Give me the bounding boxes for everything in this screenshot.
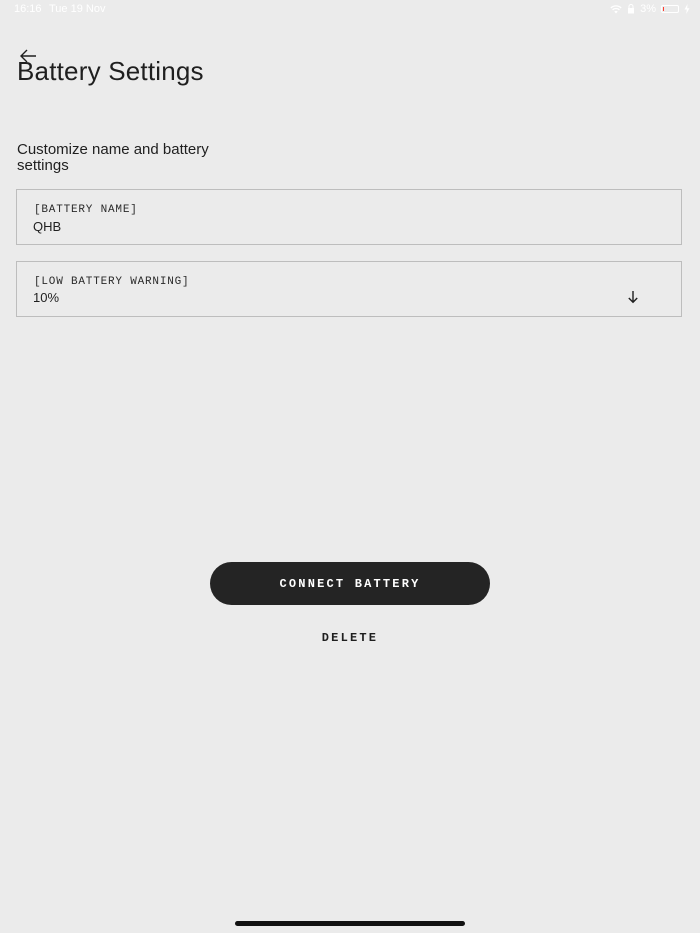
status-date: Tue 19 Nov	[49, 3, 106, 15]
status-indicators: 3%	[610, 3, 690, 15]
connect-battery-button[interactable]: CONNECT BATTERY	[210, 562, 490, 605]
low-battery-warning-select[interactable]: [LOW BATTERY WARNING] 10%	[16, 261, 682, 317]
battery-percent: 3%	[640, 3, 656, 15]
status-time: 16:16	[14, 3, 42, 15]
low-battery-warning-label: [LOW BATTERY WARNING]	[34, 276, 190, 288]
battery-icon	[661, 5, 679, 13]
status-bar: 16:16 Tue 19 Nov 3%	[0, 0, 700, 20]
battery-name-field[interactable]: [BATTERY NAME]	[16, 189, 682, 245]
lock-rotation-icon	[627, 4, 635, 14]
battery-name-input[interactable]	[33, 217, 633, 235]
page-title: Battery Settings	[17, 56, 204, 86]
arrow-down-icon	[628, 291, 638, 304]
page-subtitle: Customize name and battery settings	[17, 141, 209, 174]
charging-bolt-icon	[684, 4, 690, 14]
delete-button[interactable]: DELETE	[290, 628, 410, 648]
wifi-icon	[610, 4, 622, 14]
battery-name-label: [BATTERY NAME]	[34, 204, 138, 216]
home-indicator	[235, 921, 465, 926]
low-battery-warning-value: 10%	[33, 290, 60, 305]
